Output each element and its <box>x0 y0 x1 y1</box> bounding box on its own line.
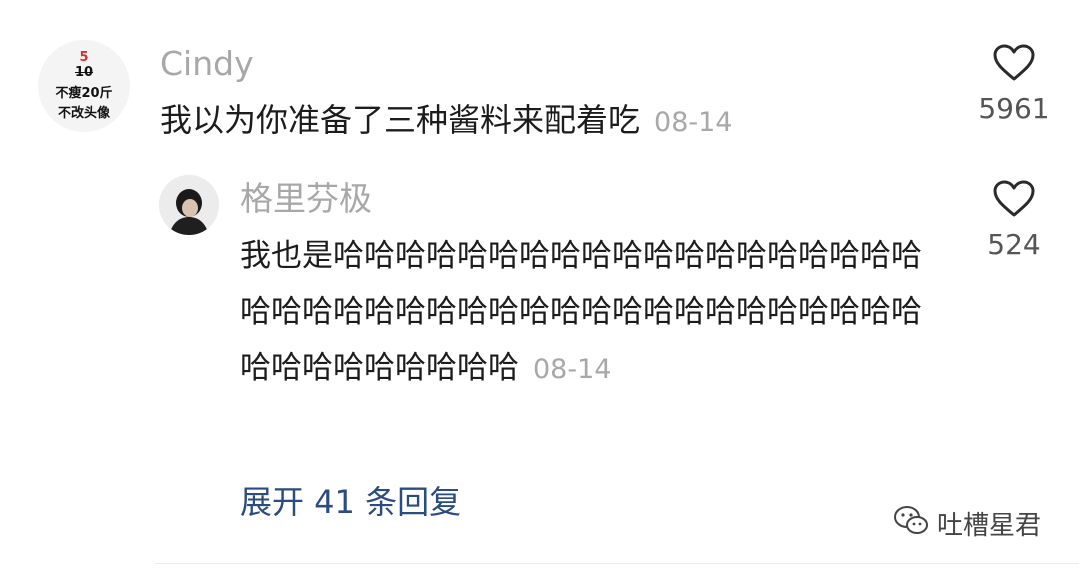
commenter-avatar[interactable]: 5 10 不瘦20斤 不改头像 <box>38 40 130 132</box>
reply-like-count: 524 <box>987 228 1041 261</box>
avatar-text-line2: 10 <box>74 65 94 80</box>
person-silhouette-icon <box>159 175 219 235</box>
wechat-icon <box>893 505 929 542</box>
watermark-text: 吐槽星君 <box>937 511 1042 541</box>
comment-username[interactable]: Cindy <box>160 44 254 84</box>
reply-avatar[interactable] <box>159 175 219 235</box>
avatar-text-line1: 5 <box>79 50 89 65</box>
reply-username[interactable]: 格里芬极 <box>240 179 372 219</box>
comment-date: 08-14 <box>654 107 733 138</box>
comment-text: 我以为你准备了三种酱料来配着吃 <box>160 101 641 139</box>
reply-like-button[interactable]: 524 <box>964 180 1064 262</box>
comment-body[interactable]: 我以为你准备了三种酱料来配着吃 08-14 <box>160 100 732 143</box>
avatar-text-line3: 不瘦20斤 <box>55 86 113 101</box>
heart-outline-icon <box>964 44 1064 82</box>
avatar-text-line4: 不改头像 <box>57 106 110 121</box>
watermark: 吐槽星君 <box>893 505 1041 542</box>
reply-date: 08-14 <box>533 354 612 385</box>
comment-like-count: 5961 <box>978 92 1050 125</box>
divider <box>155 563 1079 564</box>
expand-replies-link[interactable]: 展开 41 条回复 <box>240 482 461 522</box>
comment-like-button[interactable]: 5961 <box>964 44 1064 126</box>
reply-body[interactable]: 我也是哈哈哈哈哈哈哈哈哈哈哈哈哈哈哈哈哈哈哈哈哈哈哈哈哈哈哈哈哈哈哈哈哈哈哈哈哈… <box>240 228 940 398</box>
heart-outline-icon <box>964 180 1064 218</box>
